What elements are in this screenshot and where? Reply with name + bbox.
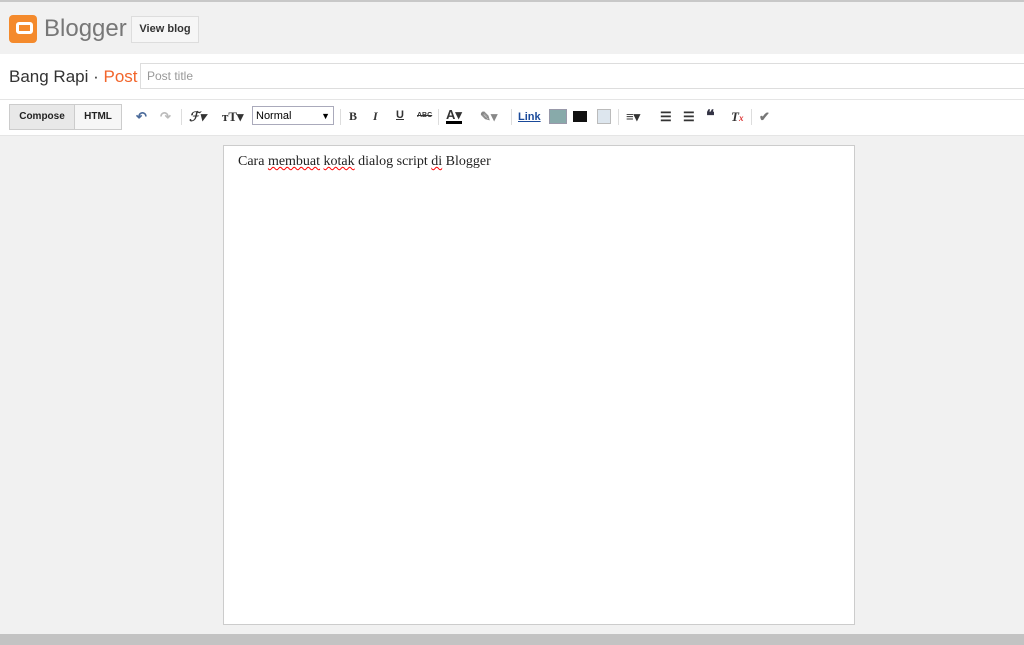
chevron-down-icon: ▼ xyxy=(321,111,330,121)
video-icon[interactable] xyxy=(573,111,587,122)
toolbar: Compose HTML ↶ ↷ ℱ▾ ᴛT▾ Normal ▼ B I U AB… xyxy=(0,100,1024,136)
misspelled-word: kotak xyxy=(323,154,355,169)
align-icon[interactable]: ≡▾ xyxy=(626,109,640,125)
link-button[interactable]: Link xyxy=(518,111,541,123)
bottom-bar xyxy=(0,634,1024,645)
top-bar: Blogger View blog xyxy=(0,0,1024,56)
text: dialog script xyxy=(354,154,432,169)
post-body: Cara membuat kotak dialog script di Blog… xyxy=(238,154,840,170)
bullet-list-icon[interactable]: ☰ xyxy=(683,109,695,125)
format-value: Normal xyxy=(256,110,292,122)
misspelled-word: membuat xyxy=(267,154,321,169)
redo-icon[interactable]: ↷ xyxy=(160,109,171,125)
divider xyxy=(618,109,619,125)
blogger-logo-icon[interactable] xyxy=(9,15,37,43)
section: Post xyxy=(103,67,138,86)
strikethrough-icon[interactable]: ABC xyxy=(417,112,432,119)
divider xyxy=(751,109,752,125)
undo-icon[interactable]: ↶ xyxy=(136,109,147,125)
bold-icon[interactable]: B xyxy=(349,109,357,124)
html-tab[interactable]: HTML xyxy=(74,104,122,130)
blog-name[interactable]: Bang Rapi xyxy=(9,67,88,86)
underline-icon[interactable]: U xyxy=(396,109,404,121)
image-icon[interactable] xyxy=(549,109,567,124)
text: Cara xyxy=(238,154,268,169)
breadcrumb: Bang Rapi · Post xyxy=(9,67,138,87)
view-blog-button[interactable]: View blog xyxy=(131,16,199,43)
font-size-icon[interactable]: ᴛT▾ xyxy=(222,109,244,125)
divider xyxy=(340,109,341,125)
compose-tab[interactable]: Compose xyxy=(9,104,75,130)
jump-break-icon[interactable] xyxy=(597,109,611,124)
post-title-input[interactable]: Post title xyxy=(140,63,1024,89)
format-select[interactable]: Normal ▼ xyxy=(252,106,334,125)
quote-icon[interactable]: ❝ xyxy=(706,106,715,126)
spellcheck-icon[interactable]: ✔ xyxy=(759,109,770,125)
highlight-icon[interactable]: ✎▾ xyxy=(480,109,497,125)
post-editor[interactable]: Cara membuat kotak dialog script di Blog… xyxy=(223,145,855,625)
post-bar: Bang Rapi · Post Post title xyxy=(0,54,1024,100)
divider xyxy=(438,109,439,125)
text-color-icon[interactable]: A▾ xyxy=(446,108,462,124)
brand: Blogger xyxy=(44,15,127,42)
remove-formatting-icon[interactable]: Tx xyxy=(731,109,743,125)
separator: · xyxy=(88,67,104,86)
font-icon[interactable]: ℱ▾ xyxy=(189,109,206,125)
divider xyxy=(511,109,512,125)
divider xyxy=(181,109,182,125)
text: Blogger xyxy=(442,154,491,169)
numbered-list-icon[interactable]: ☰ xyxy=(660,109,672,125)
italic-icon[interactable]: I xyxy=(373,109,378,124)
misspelled-word: di xyxy=(431,154,443,169)
